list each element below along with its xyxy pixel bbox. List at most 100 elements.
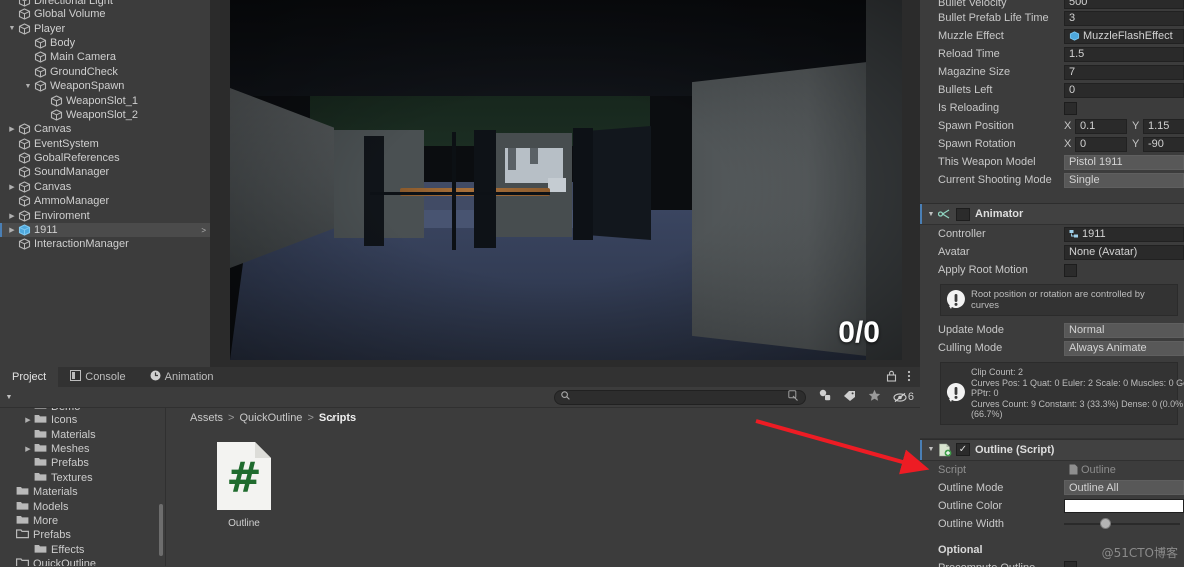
outline-color-row[interactable]: Outline Color <box>920 497 1184 515</box>
hierarchy-item-weaponspawn[interactable]: ▼ WeaponSpawn <box>0 79 210 93</box>
hierarchy-item-1911[interactable]: ▶ 1911 > <box>0 222 210 238</box>
folder-item-more[interactable]: More <box>0 514 165 528</box>
outline-enabled-checkbox[interactable]: ✓ <box>956 443 970 456</box>
hierarchy-item-ammomanager[interactable]: AmmoManager <box>0 194 210 208</box>
animator-controller-field[interactable]: 1911 <box>1064 226 1184 242</box>
hierarchy-item-directional-light[interactable]: Directional Light <box>0 0 210 7</box>
project-search-box[interactable] <box>553 389 806 405</box>
outline-foldout-icon[interactable]: ▼ <box>924 446 938 453</box>
apply-root-motion-row[interactable]: Apply Root Motion <box>920 261 1184 279</box>
bullets-left-row[interactable]: Bullets Left 0 <box>920 81 1184 99</box>
apply-root-motion-checkbox[interactable] <box>1064 263 1077 277</box>
disclosure-triangle[interactable]: ▶ <box>6 183 18 191</box>
spawn-rotation-x-input[interactable]: 0 <box>1075 136 1127 152</box>
search-jump-icon[interactable] <box>788 390 799 404</box>
project-folder-tree[interactable]: Demo▶IconsMaterials▶MeshesPrefabsTexture… <box>0 408 166 566</box>
hierarchy-item-eventsystem[interactable]: EventSystem <box>0 137 210 151</box>
toolbar-create-dropdown-icon[interactable]: ▼ <box>2 394 16 401</box>
outline-color-swatch[interactable] <box>1064 498 1184 513</box>
animator-avatar-field[interactable]: None (Avatar) <box>1064 244 1184 260</box>
breadcrumb[interactable]: Assets > QuickOutline > Scripts <box>166 408 920 428</box>
game-view-panel[interactable]: 0/0 <box>210 0 920 367</box>
disclosure-triangle[interactable]: ▶ <box>6 212 18 220</box>
filter-by-type-icon[interactable] <box>818 389 831 405</box>
folder-item-materials[interactable]: Materials <box>0 427 165 441</box>
hierarchy-item-weaponslot-2[interactable]: WeaponSlot_2 <box>0 108 210 122</box>
folder-item-textures[interactable]: Textures <box>0 471 165 485</box>
folder-item-prefabs[interactable]: Prefabs <box>0 528 165 542</box>
bullet-prefab-life-time-row[interactable]: Bullet Prefab Life Time 3 <box>920 9 1184 27</box>
tab-animation[interactable]: Animation <box>138 367 226 387</box>
lock-icon[interactable] <box>886 370 897 385</box>
culling-mode-row[interactable]: Culling Mode Always Animate <box>920 339 1184 357</box>
disclosure-triangle[interactable]: ▶ <box>6 125 18 133</box>
hierarchy-item-canvas[interactable]: ▶ Canvas <box>0 180 210 194</box>
breadcrumb-scripts[interactable]: Scripts <box>319 412 356 424</box>
animator-enabled-checkbox[interactable] <box>956 207 970 221</box>
project-tabstrip[interactable]: Project Console Animation <box>0 367 920 387</box>
filter-by-label-icon[interactable] <box>843 390 856 405</box>
spawn-position-row[interactable]: Spawn Position X 0.1 Y 1.15 Z <box>920 117 1184 135</box>
disclosure-triangle[interactable]: ▼ <box>6 25 18 32</box>
hierarchy-item-interactionmanager[interactable]: InteractionManager <box>0 237 210 251</box>
spawn-rotation-y-input[interactable]: -90 <box>1143 136 1184 152</box>
slider-knob[interactable] <box>1100 518 1111 529</box>
project-toolbar[interactable]: ▼ 6 <box>0 387 920 408</box>
is-reloading-row[interactable]: Is Reloading <box>920 99 1184 117</box>
project-panel[interactable]: Project Console Animation ▼ 6 ▶ Icons Ma… <box>0 367 920 567</box>
update-mode-row[interactable]: Update Mode Normal <box>920 321 1184 339</box>
hierarchy-item-groundcheck[interactable]: GroundCheck <box>0 65 210 79</box>
muzzle-effect-row[interactable]: Muzzle Effect MuzzleFlashEffect <box>920 27 1184 45</box>
outline-width-row[interactable]: Outline Width <box>920 515 1184 533</box>
search-input[interactable] <box>573 391 784 403</box>
disclosure-triangle[interactable]: ▼ <box>22 83 34 90</box>
folder-item-meshes[interactable]: ▶ Meshes <box>0 442 165 456</box>
prefab-open-chevron-icon[interactable]: > <box>201 226 206 235</box>
hierarchy-item-gobalreferences[interactable]: GobalReferences <box>0 151 210 165</box>
bullet-prefab-life-time-input[interactable]: 3 <box>1064 10 1184 26</box>
hierarchy-item-body[interactable]: Body <box>0 36 210 50</box>
tab-project[interactable]: Project <box>0 367 59 387</box>
folder-item-quickoutline[interactable]: QuickOutline <box>0 557 165 566</box>
spawn-rotation-row[interactable]: Spawn Rotation X 0 Y -90 Z <box>920 135 1184 153</box>
hierarchy-item-weaponslot-1[interactable]: WeaponSlot_1 <box>0 93 210 107</box>
weapon-model-row[interactable]: This Weapon Model Pistol 1911 <box>920 153 1184 171</box>
outline-component-header[interactable]: ▼ ✓ Outline (Script) <box>920 438 1184 461</box>
culling-mode-dropdown[interactable]: Always Animate <box>1064 340 1184 356</box>
folder-tree-scrollbar[interactable] <box>159 504 163 556</box>
hierarchy-item-soundmanager[interactable]: SoundManager <box>0 165 210 179</box>
disclosure-triangle[interactable]: ▶ <box>6 226 18 234</box>
hierarchy-list[interactable]: Directional Light Global Volume ▼ Player Bod… <box>0 0 210 252</box>
project-content-area[interactable]: ▲ Assets > QuickOutline > Scripts # Outl… <box>166 408 920 566</box>
bullet-velocity-input[interactable]: 500 <box>1064 0 1184 9</box>
breadcrumb-assets[interactable]: Assets <box>190 412 223 424</box>
shooting-mode-row[interactable]: Current Shooting Mode Single <box>920 171 1184 189</box>
hierarchy-item-canvas[interactable]: ▶ Canvas <box>0 122 210 136</box>
folder-disclosure-triangle[interactable]: ▶ <box>22 445 34 453</box>
outline-mode-row[interactable]: Outline Mode Outline All <box>920 479 1184 497</box>
folder-disclosure-triangle[interactable]: ▶ <box>22 416 34 424</box>
asset-item-outline[interactable]: # Outline <box>196 440 292 529</box>
magazine-size-row[interactable]: Magazine Size 7 <box>920 63 1184 81</box>
animator-foldout-icon[interactable]: ▼ <box>924 211 938 218</box>
outline-width-slider[interactable] <box>1064 517 1184 531</box>
animator-controller-row[interactable]: Controller 1911 <box>920 225 1184 243</box>
weapon-model-dropdown[interactable]: Pistol 1911 <box>1064 154 1184 170</box>
animator-avatar-row[interactable]: Avatar None (Avatar) <box>920 243 1184 261</box>
kebab-menu-icon[interactable] <box>907 370 911 385</box>
hidden-packages-toggle[interactable]: 6 <box>893 391 914 403</box>
hierarchy-item-global-volume[interactable]: Global Volume <box>0 7 210 21</box>
breadcrumb-quickoutline[interactable]: QuickOutline <box>239 412 302 424</box>
hierarchy-item-enviroment[interactable]: ▶ Enviroment <box>0 208 210 222</box>
shooting-mode-dropdown[interactable]: Single <box>1064 172 1184 188</box>
is-reloading-checkbox[interactable] <box>1064 101 1077 115</box>
project-body[interactable]: Demo▶IconsMaterials▶MeshesPrefabsTexture… <box>0 408 920 566</box>
outline-mode-dropdown[interactable]: Outline All <box>1064 480 1184 495</box>
reload-time-input[interactable]: 1.5 <box>1064 46 1184 62</box>
weapon-script-fields[interactable]: Bullet Velocity 500 Bullet Prefab Life Tim… <box>920 0 1184 117</box>
bullets-left-input[interactable]: 0 <box>1064 82 1184 98</box>
hierarchy-item-player[interactable]: ▼ Player <box>0 21 210 35</box>
tab-console[interactable]: Console <box>58 367 137 387</box>
folder-item-models[interactable]: Models <box>0 499 165 513</box>
folder-item-icons[interactable]: ▶ Icons <box>0 413 165 427</box>
